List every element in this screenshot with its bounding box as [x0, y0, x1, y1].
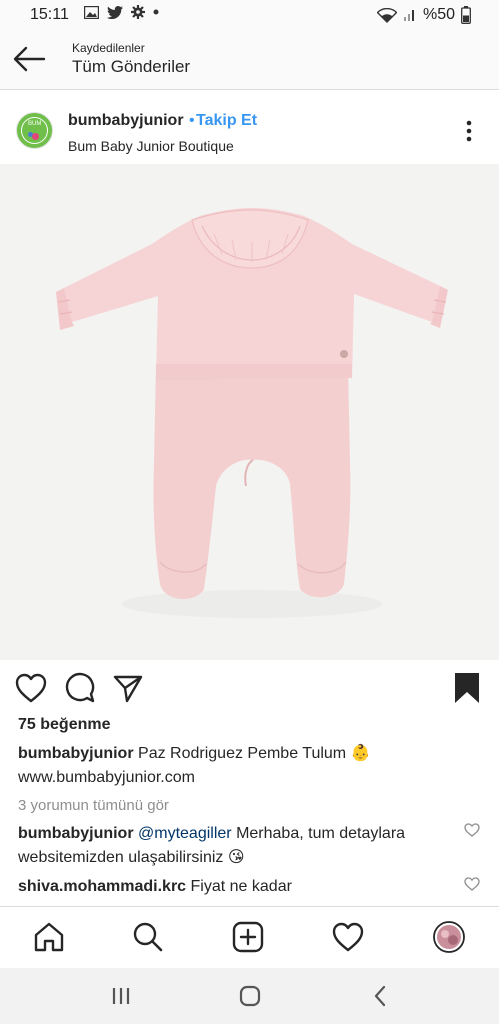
twitter-icon [107, 5, 123, 19]
caption-link[interactable]: www.bumbabyjunior.com [18, 769, 195, 786]
status-time: 15:11 [30, 6, 69, 23]
comment-text: Fiyat ne kadar [190, 878, 292, 895]
avatar-logo-text: BUM [28, 121, 42, 127]
post-header: BUM bumbabyjunior • Takip Et Bum Baby Ju… [0, 92, 499, 164]
comment-item: shiva.mohammadi.krc Fiyat ne kadar [18, 875, 448, 899]
post-location[interactable]: Bum Baby Junior Boutique [68, 138, 234, 154]
header-subtitle: Kaydedilenler [72, 41, 145, 55]
pink-onesie-image [0, 164, 499, 660]
activity-heart-icon[interactable] [331, 921, 365, 953]
comment-icon[interactable] [63, 672, 97, 704]
android-nav-bar [0, 968, 499, 1024]
post-image[interactable] [0, 164, 499, 660]
bottom-tab-bar [0, 906, 499, 968]
gallery-icon [84, 5, 99, 19]
share-direct-icon[interactable] [111, 672, 145, 704]
view-all-comments-link[interactable]: 3 yorumun tümünü gör [18, 797, 169, 814]
comment-like-icon[interactable] [464, 823, 480, 837]
settings-icon [131, 5, 145, 19]
caption-username[interactable]: bumbabyjunior [18, 745, 134, 762]
back-arrow-icon[interactable] [12, 44, 46, 74]
battery-text: %50 [422, 6, 455, 23]
wifi-icon [376, 7, 397, 23]
comment-item: bumbabyjunior @myteagiller Merhaba, tum … [18, 822, 448, 870]
saved-bookmark-icon[interactable] [450, 672, 484, 704]
dot-icon [153, 9, 159, 15]
post-username[interactable]: bumbabyjunior [68, 112, 184, 130]
post-avatar[interactable]: BUM [16, 112, 53, 149]
like-heart-icon[interactable] [14, 672, 48, 704]
recent-apps-icon[interactable] [106, 982, 136, 1010]
comment-username[interactable]: shiva.mohammadi.krc [18, 878, 186, 895]
comment-username[interactable]: bumbabyjunior [18, 825, 134, 842]
status-bar: 15:11 %50 [0, 0, 499, 32]
back-button-icon[interactable] [366, 982, 396, 1010]
signal-icon [403, 10, 414, 21]
caption-text: Paz Rodriguez Pembe Tulum 👶 [138, 745, 371, 762]
post-actions [0, 662, 499, 714]
search-icon[interactable] [131, 921, 165, 953]
comment-mention[interactable]: @myteagiller [138, 825, 232, 842]
home-icon[interactable] [32, 921, 66, 953]
more-options-icon[interactable] [458, 118, 480, 144]
comment-like-icon[interactable] [464, 877, 480, 891]
separator-bullet: • [189, 112, 195, 129]
profile-avatar[interactable] [432, 921, 466, 953]
likes-count[interactable]: 75 beğenme [18, 716, 110, 734]
add-post-icon[interactable] [231, 921, 265, 953]
saved-header: Kaydedilenler Tüm Gönderiler [0, 32, 499, 90]
post-caption: bumbabyjunior Paz Rodriguez Pembe Tulum … [18, 742, 488, 790]
follow-button[interactable]: Takip Et [196, 112, 257, 130]
page-title: Tüm Gönderiler [72, 57, 191, 76]
battery-icon [461, 6, 471, 24]
home-button-icon[interactable] [235, 982, 265, 1010]
